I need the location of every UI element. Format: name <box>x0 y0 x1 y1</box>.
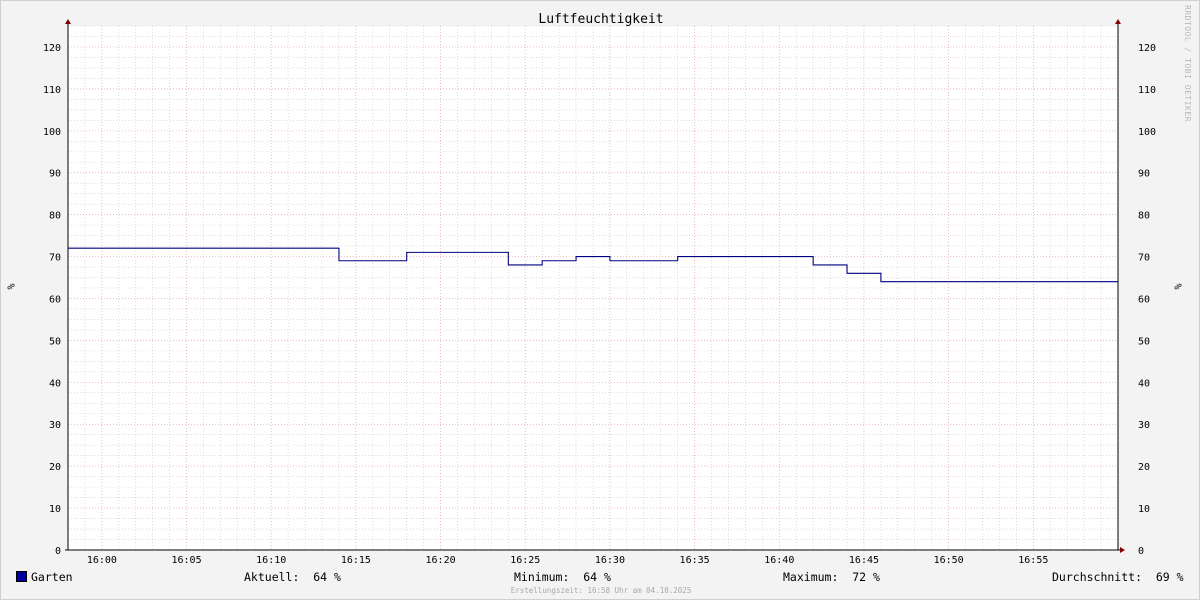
legend-swatch-garten <box>16 571 27 582</box>
y-tick-label-right: 90 <box>1138 169 1150 180</box>
footer-timestamp: Erstellungszeit: 16:58 Uhr am 04.10.2025 <box>510 586 692 595</box>
y-tick-label-left: 120 <box>43 43 61 54</box>
y-tick-label-left: 100 <box>43 127 61 138</box>
y-tick-label-right: 60 <box>1138 294 1150 305</box>
y-tick-label-right: 100 <box>1138 127 1156 138</box>
x-tick-label: 16:50 <box>934 555 964 566</box>
y-tick-label-right: 70 <box>1138 253 1150 264</box>
y-tick-label-left: 60 <box>49 294 61 305</box>
y-tick-label-left: 40 <box>49 378 61 389</box>
y-tick-label-left: 30 <box>49 420 61 431</box>
x-tick-label: 16:10 <box>256 555 286 566</box>
y-tick-label-left: 10 <box>49 504 61 515</box>
y-axis-arrow-right <box>1115 19 1121 24</box>
x-tick-label: 16:05 <box>171 555 201 566</box>
x-tick-label: 16:15 <box>341 555 371 566</box>
y-tick-label-right: 120 <box>1138 43 1156 54</box>
x-tick-label: 16:20 <box>426 555 456 566</box>
y-tick-label-right: 80 <box>1138 211 1150 222</box>
y-axis-arrow-left <box>65 19 71 24</box>
x-tick-label: 16:00 <box>87 555 117 566</box>
y-tick-label-left: 70 <box>49 253 61 264</box>
y-tick-label-left: 0 <box>55 546 61 557</box>
y-tick-label-left: 80 <box>49 211 61 222</box>
x-tick-label: 16:25 <box>510 555 540 566</box>
legend-minimum: Minimum: 64 % <box>514 570 611 584</box>
y-tick-label-left: 110 <box>43 85 61 96</box>
legend-series-name: Garten <box>31 570 73 584</box>
x-tick-label: 16:40 <box>764 555 794 566</box>
y-tick-label-right: 30 <box>1138 420 1150 431</box>
x-tick-label: 16:45 <box>849 555 879 566</box>
legend-maximum: Maximum: 72 % <box>783 570 880 584</box>
plot-area: 0 0 10 10 20 20 30 30 40 40 50 50 60 60 70 70 80 80 90 90 10… <box>43 19 1156 566</box>
y-tick-label-left: 20 <box>49 462 61 473</box>
y-tick-label-right: 110 <box>1138 85 1156 96</box>
legend-durchschnitt: Durchschnitt: 69 % <box>1052 570 1184 584</box>
y-tick-label-right: 10 <box>1138 504 1150 515</box>
x-tick-label: 16:55 <box>1018 555 1048 566</box>
x-axis-arrow <box>1120 547 1125 553</box>
x-tick-label: 16:35 <box>680 555 710 566</box>
y-tick-label-right: 50 <box>1138 336 1150 347</box>
x-tick-label: 16:30 <box>595 555 625 566</box>
y-tick-label-right: 40 <box>1138 378 1150 389</box>
y-tick-label-right: 0 <box>1138 546 1144 557</box>
chart-frame: Luftfeuchtigkeit RRDTOOL / TOBI OETIKER … <box>0 0 1200 600</box>
y-tick-label-left: 50 <box>49 336 61 347</box>
y-tick-label-right: 20 <box>1138 462 1150 473</box>
y-tick-label-left: 90 <box>49 169 61 180</box>
legend-aktuell: Aktuell: 64 % <box>244 570 341 584</box>
